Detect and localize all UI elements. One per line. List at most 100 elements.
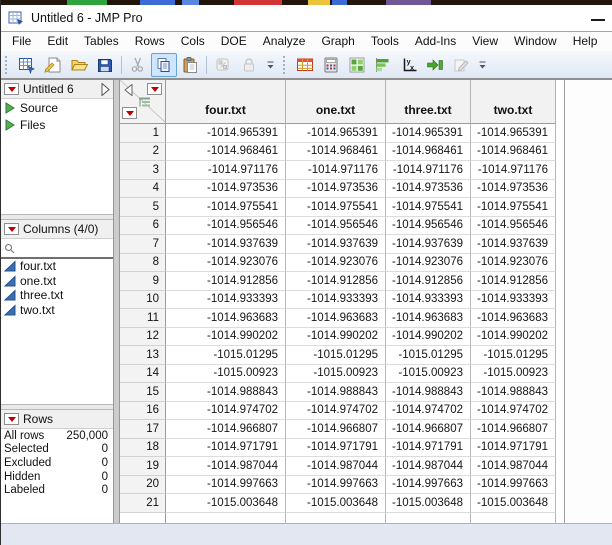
row-number[interactable]: 3 (120, 161, 166, 180)
row-number[interactable]: 8 (120, 254, 166, 273)
cell-four-txt-row-16[interactable]: -1014.974702 (166, 402, 286, 421)
cell-four-txt-row-3[interactable]: -1014.971176 (166, 161, 286, 180)
cell-one-txt-row-6[interactable]: -1014.956546 (286, 217, 386, 236)
cell-four-txt-row-17[interactable]: -1014.966807 (166, 420, 286, 439)
cell-one-txt-row-12[interactable]: -1014.990202 (286, 328, 386, 347)
column-header-three-txt[interactable]: three.txt (386, 80, 471, 124)
menu-item-rows[interactable]: Rows (127, 32, 173, 51)
cell-three-txt-row-17[interactable]: -1014.966807 (386, 420, 471, 439)
cell-one-txt-row-18[interactable]: -1014.971791 (286, 439, 386, 458)
column-header-four-txt[interactable]: four.txt (166, 80, 286, 124)
row-number[interactable]: 18 (120, 439, 166, 458)
column-item-four-txt[interactable]: four.txt (1, 259, 113, 274)
toolbar-overflow-icon[interactable] (264, 55, 277, 75)
cell-one-txt-row-1[interactable]: -1014.965391 (286, 124, 386, 143)
tabulate-button[interactable] (344, 53, 370, 77)
fit-y-by-x-button[interactable]: yx (396, 53, 422, 77)
new-journal-button[interactable] (40, 53, 66, 77)
graph-builder-button[interactable] (370, 53, 396, 77)
row-number[interactable]: 20 (120, 476, 166, 495)
cell-one-txt-row-13[interactable]: -1015.01295 (286, 346, 386, 365)
menu-item-doe[interactable]: DOE (213, 32, 255, 51)
formula-button[interactable] (318, 53, 344, 77)
rows-menu-icon[interactable] (122, 107, 137, 119)
cell-one-txt-row-20[interactable]: -1014.997663 (286, 476, 386, 495)
table-panel-item-source[interactable]: Source (1, 99, 113, 116)
cell-one-txt-row-16[interactable]: -1014.974702 (286, 402, 386, 421)
row-number[interactable]: 16 (120, 402, 166, 421)
panel-expand-icon[interactable] (101, 83, 110, 96)
cell-two-txt-row-1[interactable]: -1014.965391 (471, 124, 556, 143)
cell-one-txt-row-3[interactable]: -1014.971176 (286, 161, 386, 180)
cell-two-txt-row-11[interactable]: -1014.963683 (471, 309, 556, 328)
cell-three-txt-row-19[interactable]: -1014.987044 (386, 457, 471, 476)
cell-three-txt-row-16[interactable]: -1014.974702 (386, 402, 471, 421)
cell-four-txt-row-8[interactable]: -1014.923076 (166, 254, 286, 273)
cell-two-txt-row-13[interactable]: -1015.01295 (471, 346, 556, 365)
cell-two-txt-row-14[interactable]: -1015.00923 (471, 365, 556, 384)
cell-four-txt-row-4[interactable]: -1014.973536 (166, 180, 286, 199)
rows-stat-labeled[interactable]: Labeled0 (1, 483, 113, 497)
minimize-button[interactable] (591, 19, 605, 21)
cell-one-txt-row-5[interactable]: -1014.975541 (286, 198, 386, 217)
row-number[interactable]: 1 (120, 124, 166, 143)
cell-two-txt-row-7[interactable]: -1014.937639 (471, 235, 556, 254)
cell-three-txt-row-7[interactable]: -1014.937639 (386, 235, 471, 254)
cell-four-txt-row-9[interactable]: -1014.912856 (166, 272, 286, 291)
cell-four-txt-row-6[interactable]: -1014.956546 (166, 217, 286, 236)
cell-two-txt-row-3[interactable]: -1014.971176 (471, 161, 556, 180)
toolbar-drag-handle-icon[interactable] (283, 56, 289, 74)
cell-one-txt-row-11[interactable]: -1014.963683 (286, 309, 386, 328)
cell-three-txt-row-14[interactable]: -1015.00923 (386, 365, 471, 384)
row-number[interactable]: 7 (120, 235, 166, 254)
row-number[interactable]: 11 (120, 309, 166, 328)
row-number[interactable]: 19 (120, 457, 166, 476)
cell-three-txt-row-1[interactable]: -1014.965391 (386, 124, 471, 143)
menu-item-cols[interactable]: Cols (173, 32, 213, 51)
menu-item-addins[interactable]: Add-Ins (407, 32, 464, 51)
cell-three-txt-row-12[interactable]: -1014.990202 (386, 328, 471, 347)
column-item-one-txt[interactable]: one.txt (1, 274, 113, 289)
cell-two-txt-row-18[interactable]: -1014.971791 (471, 439, 556, 458)
row-number[interactable]: 5 (120, 198, 166, 217)
cell-two-txt-row-2[interactable]: -1014.968461 (471, 143, 556, 162)
cell-four-txt-row-18[interactable]: -1014.971791 (166, 439, 286, 458)
cell-four-txt-row-10[interactable]: -1014.933393 (166, 291, 286, 310)
cell-three-txt-row-13[interactable]: -1015.01295 (386, 346, 471, 365)
rows-stat-selected[interactable]: Selected0 (1, 443, 113, 457)
collapse-panel-icon[interactable] (124, 83, 133, 101)
cell-one-txt-row-15[interactable]: -1014.988843 (286, 383, 386, 402)
row-number[interactable]: 12 (120, 328, 166, 347)
cell-two-txt-row-21[interactable]: -1015.003648 (471, 494, 556, 513)
column-list-icon[interactable] (138, 95, 151, 113)
cell-three-txt-row-10[interactable]: -1014.933393 (386, 291, 471, 310)
cell-three-txt-row-11[interactable]: -1014.963683 (386, 309, 471, 328)
cell-one-txt-row-2[interactable]: -1014.968461 (286, 143, 386, 162)
join-button[interactable] (422, 53, 448, 77)
menu-item-edit[interactable]: Edit (39, 32, 76, 51)
cell-two-txt-row-6[interactable]: -1014.956546 (471, 217, 556, 236)
menu-item-help[interactable]: Help (565, 32, 606, 51)
data-table-button[interactable] (292, 53, 318, 77)
toolbar-drag-handle-icon[interactable] (5, 56, 11, 74)
red-triangle-menu-icon[interactable] (4, 413, 19, 425)
row-number[interactable]: 15 (120, 383, 166, 402)
rows-stat-all-rows[interactable]: All rows250,000 (1, 429, 113, 443)
row-number[interactable]: 10 (120, 291, 166, 310)
disclosure-triangle-icon[interactable] (5, 102, 15, 114)
cell-two-txt-row-8[interactable]: -1014.923076 (471, 254, 556, 273)
row-number[interactable]: 9 (120, 272, 166, 291)
cell-four-txt-row-14[interactable]: -1015.00923 (166, 365, 286, 384)
cell-two-txt-row-9[interactable]: -1014.912856 (471, 272, 556, 291)
cell-four-txt-row-21[interactable]: -1015.003648 (166, 494, 286, 513)
row-number[interactable]: 6 (120, 217, 166, 236)
menu-item-window[interactable]: Window (506, 32, 565, 51)
cell-two-txt-row-16[interactable]: -1014.974702 (471, 402, 556, 421)
cell-four-txt-row-5[interactable]: -1014.975541 (166, 198, 286, 217)
cell-two-txt-row-17[interactable]: -1014.966807 (471, 420, 556, 439)
cell-two-txt-row-4[interactable]: -1014.973536 (471, 180, 556, 199)
cell-four-txt-row-13[interactable]: -1015.01295 (166, 346, 286, 365)
table-panel-item-files[interactable]: Files (1, 116, 113, 133)
rows-stat-excluded[interactable]: Excluded0 (1, 456, 113, 470)
row-number[interactable]: 14 (120, 365, 166, 384)
